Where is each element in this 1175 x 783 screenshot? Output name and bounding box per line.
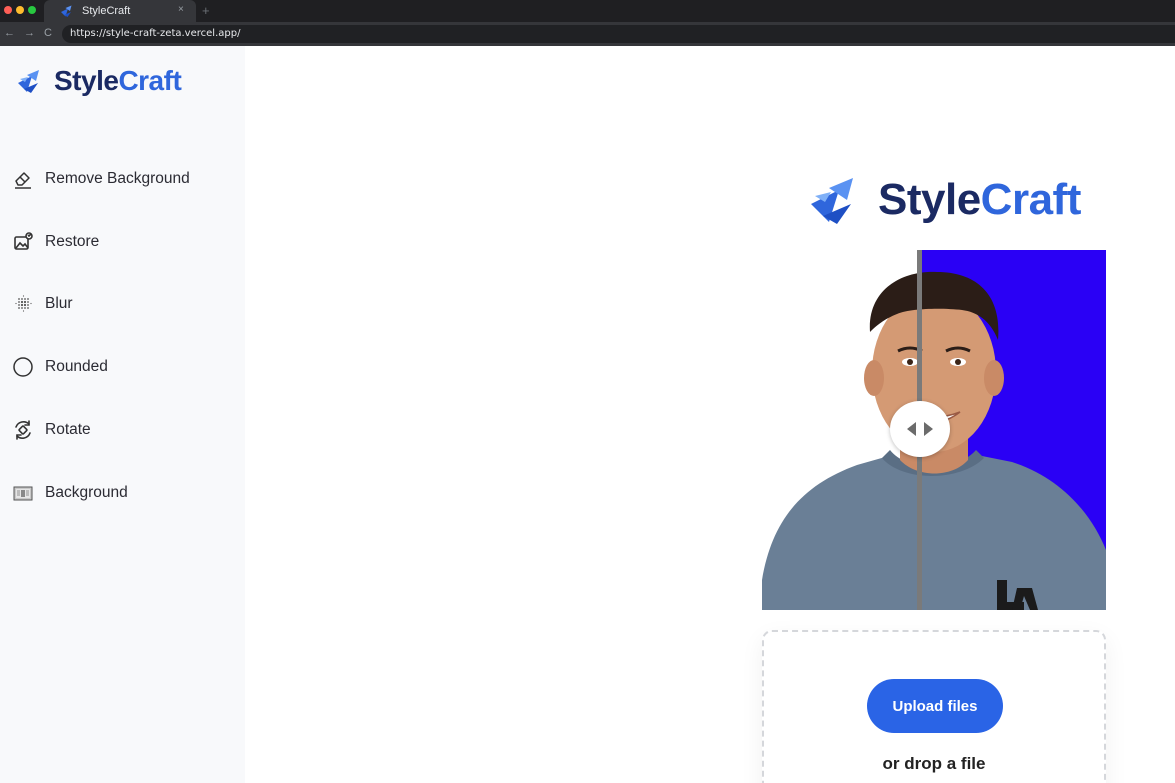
sidebar-item-rotate[interactable]: Rotate: [12, 415, 232, 445]
sidebar-item-label: Background: [45, 484, 128, 501]
upload-files-button[interactable]: Upload files: [867, 679, 1003, 733]
blur-grid-icon: [12, 293, 34, 315]
eraser-icon: [12, 168, 34, 190]
browser-address-bar: ← → C https://style-craft-zeta.vercel.ap…: [0, 22, 1175, 46]
sidebar-item-label: Blur: [45, 295, 73, 312]
arrows-left-right-icon: [907, 422, 933, 436]
sidebar-item-label: Restore: [45, 233, 100, 250]
url-text: https://style-craft-zeta.vercel.app/: [70, 28, 241, 39]
background-image-icon: [12, 482, 34, 504]
stylecraft-logo-icon: [811, 178, 853, 224]
sidebar-item-label: Rotate: [45, 421, 91, 438]
sidebar-item-label: Remove Background: [45, 170, 190, 187]
sidebar-item-rounded[interactable]: Rounded: [12, 352, 232, 382]
new-tab-button[interactable]: +: [202, 3, 210, 18]
tab-title: StyleCraft: [82, 5, 131, 17]
window-maximize-button[interactable]: [28, 6, 36, 14]
brand-part-craft: Craft: [118, 65, 182, 96]
sidebar-brand: StyleCraft: [54, 65, 182, 97]
back-icon[interactable]: ←: [4, 27, 15, 39]
brand-part-style: Style: [878, 175, 981, 224]
sidebar-item-remove-background[interactable]: Remove Background: [12, 164, 232, 194]
comparison-slider-handle[interactable]: [890, 401, 950, 457]
hero-brand: StyleCraft: [878, 175, 1081, 225]
reload-icon[interactable]: C: [44, 27, 52, 39]
brand-part-style: Style: [54, 65, 119, 96]
rotate-icon: [12, 419, 34, 441]
stylecraft-favicon-icon: [61, 5, 72, 17]
forward-icon[interactable]: →: [24, 27, 35, 39]
browser-tab[interactable]: StyleCraft ×: [44, 0, 196, 22]
window-close-button[interactable]: [4, 6, 12, 14]
tab-close-icon[interactable]: ×: [178, 4, 184, 15]
drop-hint-text: or drop a file: [882, 754, 986, 773]
before-after-comparison[interactable]: [762, 250, 1106, 610]
sidebar: StyleCraft Remove Background Restore Blu…: [0, 46, 245, 783]
hero-logo: StyleCraft: [806, 172, 1081, 228]
sidebar-item-blur[interactable]: Blur: [12, 289, 232, 319]
sidebar-item-background[interactable]: Background: [12, 478, 232, 508]
sidebar-item-label: Rounded: [45, 358, 108, 375]
sidebar-item-restore[interactable]: Restore: [12, 227, 232, 257]
image-restore-icon: [12, 231, 34, 253]
sidebar-logo[interactable]: StyleCraft: [16, 64, 182, 98]
browser-tab-bar: StyleCraft × +: [0, 0, 1175, 22]
circle-icon: [12, 356, 34, 378]
url-field[interactable]: https://style-craft-zeta.vercel.app/: [62, 25, 1175, 43]
upload-dropzone[interactable]: Upload files or drop a file: [762, 630, 1106, 783]
window-minimize-button[interactable]: [16, 6, 24, 14]
brand-part-craft: Craft: [980, 175, 1082, 224]
stylecraft-logo-icon: [18, 70, 39, 93]
